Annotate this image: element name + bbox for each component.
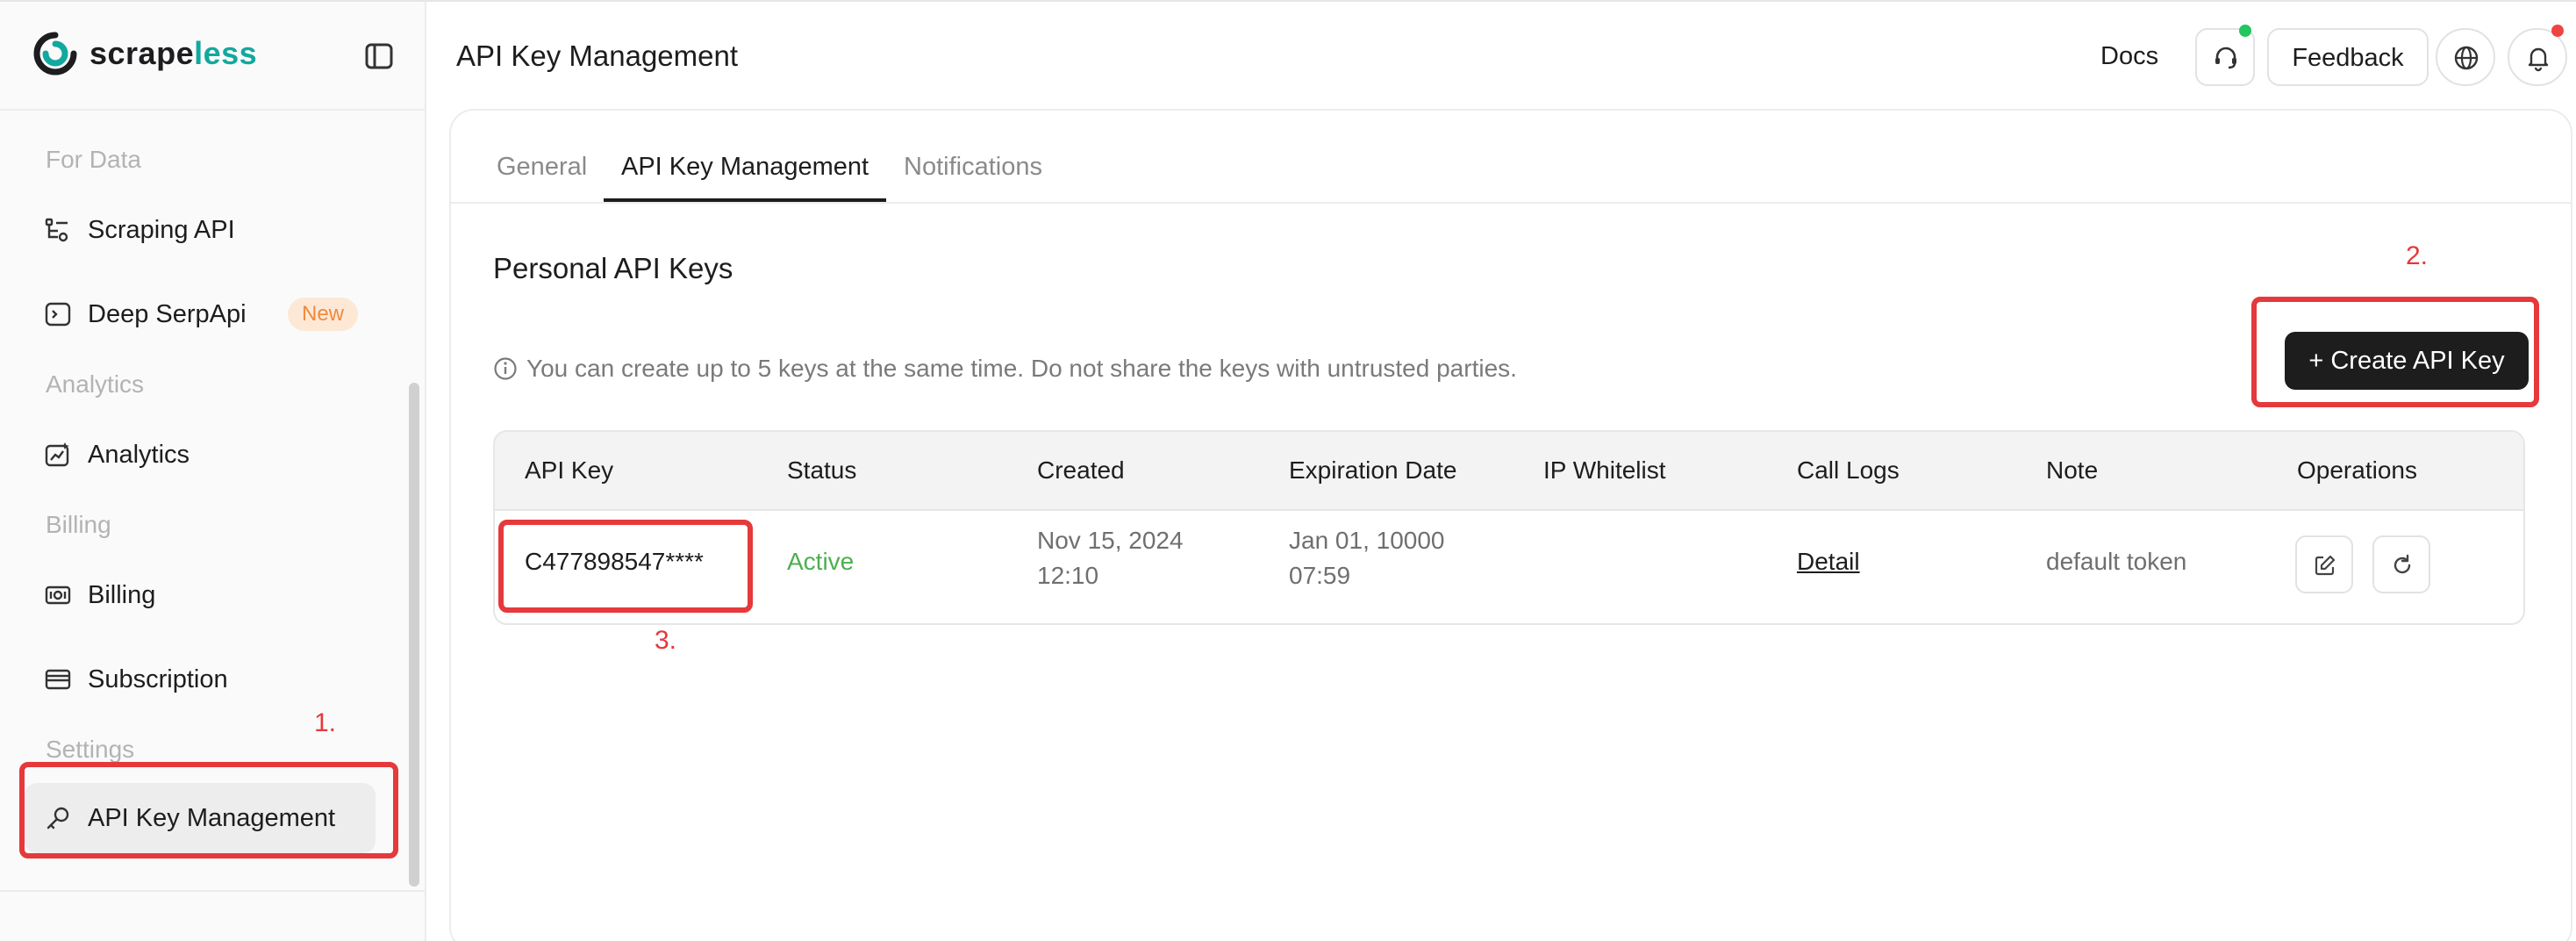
terminal-icon xyxy=(45,302,71,327)
column-header: Status xyxy=(787,456,857,484)
bell-icon xyxy=(2528,47,2549,72)
sidebar-item-subscription[interactable]: Subscription xyxy=(25,644,376,715)
annotation-step-2: 2. xyxy=(2406,241,2429,270)
docs-link[interactable]: Docs xyxy=(2100,40,2158,72)
section-analytics: Analytics xyxy=(46,370,145,398)
tab-bar: General API Key Management Notifications xyxy=(451,111,2571,204)
sidebar-item-label: Analytics xyxy=(88,441,190,469)
online-status-dot xyxy=(2239,25,2251,37)
scrapeless-logo-icon xyxy=(33,32,77,75)
section-billing: Billing xyxy=(46,511,111,538)
card-icon xyxy=(45,669,71,690)
section-for-data: For Data xyxy=(46,146,141,173)
column-header: API Key xyxy=(525,456,614,484)
sidebar-item-label: Billing xyxy=(88,581,156,609)
sidebar-header: scrapeless xyxy=(0,0,426,111)
note-value: default token xyxy=(2046,548,2187,575)
created-time: 12:10 xyxy=(1037,562,1099,589)
notification-dot xyxy=(2551,25,2564,37)
section-settings: Settings xyxy=(46,736,135,763)
scraping-icon xyxy=(45,218,68,242)
main-card: General API Key Management Notifications… xyxy=(449,109,2572,941)
tab-notifications[interactable]: Notifications xyxy=(904,151,1042,183)
column-header: Call Logs xyxy=(1797,456,1900,484)
highlight-box-create-button xyxy=(2251,297,2539,407)
sidebar-item-deep-serpapi[interactable]: Deep SerpApi New xyxy=(25,279,376,349)
column-header: Expiration Date xyxy=(1289,456,1457,484)
annotation-step-3: 3. xyxy=(655,626,677,655)
section-title: Personal API Keys xyxy=(493,252,733,284)
regenerate-key-button[interactable] xyxy=(2372,535,2430,593)
tab-api-key-management[interactable]: API Key Management xyxy=(621,151,869,183)
billing-icon xyxy=(45,585,71,605)
highlight-box-api-key xyxy=(498,520,753,613)
sidebar-item-label: Scraping API xyxy=(88,216,235,244)
sidebar-collapse-icon[interactable] xyxy=(361,40,398,72)
sidebar-scrollbar[interactable] xyxy=(409,383,419,887)
column-header: Note xyxy=(2046,456,2099,484)
language-button[interactable] xyxy=(2436,28,2495,86)
headset-icon xyxy=(2215,47,2236,69)
edit-icon xyxy=(2315,555,2336,576)
sidebar-item-scraping-api[interactable]: Scraping API xyxy=(25,195,376,265)
top-header: API Key Management Docs Feedback xyxy=(428,0,2576,111)
call-logs-detail-link[interactable]: Detail xyxy=(1797,544,1860,579)
info-message: You can create up to 5 keys at the same … xyxy=(493,353,1517,384)
column-header: IP Whitelist xyxy=(1543,456,1666,484)
api-keys-table: API Key Status Created Expiration Date I… xyxy=(493,430,2525,625)
active-tab-indicator xyxy=(604,198,886,202)
sidebar-item-label: Deep SerpApi xyxy=(88,300,247,328)
sidebar-item-billing[interactable]: Billing xyxy=(25,560,376,630)
sidebar-item-analytics[interactable]: Analytics xyxy=(25,420,376,490)
brand-name: scrapeless xyxy=(89,35,258,71)
status-badge: Active xyxy=(787,548,855,575)
column-header: Operations xyxy=(2297,456,2417,484)
refresh-icon xyxy=(2394,554,2411,574)
info-icon xyxy=(494,357,517,380)
column-header: Created xyxy=(1037,456,1125,484)
info-text: You can create up to 5 keys at the same … xyxy=(526,355,1517,382)
tab-general[interactable]: General xyxy=(497,151,587,183)
sidebar-item-label: Subscription xyxy=(88,665,228,693)
feedback-button[interactable]: Feedback xyxy=(2267,28,2429,86)
created-date: Nov 15, 2024 xyxy=(1037,527,1184,554)
expiration-time: 07:59 xyxy=(1289,562,1351,589)
globe-icon xyxy=(2454,46,2479,70)
analytics-icon xyxy=(45,442,69,467)
table-header: API Key Status Created Expiration Date I… xyxy=(495,432,2523,511)
annotation-step-1: 1. xyxy=(314,708,337,737)
page-title: API Key Management xyxy=(456,40,739,72)
sidebar-divider xyxy=(0,890,426,892)
edit-key-button[interactable] xyxy=(2295,535,2353,593)
feedback-label: Feedback xyxy=(2292,44,2404,72)
new-badge: New xyxy=(288,298,359,331)
highlight-box-api-key-management xyxy=(19,762,398,858)
expiration-date: Jan 01, 10000 xyxy=(1289,527,1445,554)
